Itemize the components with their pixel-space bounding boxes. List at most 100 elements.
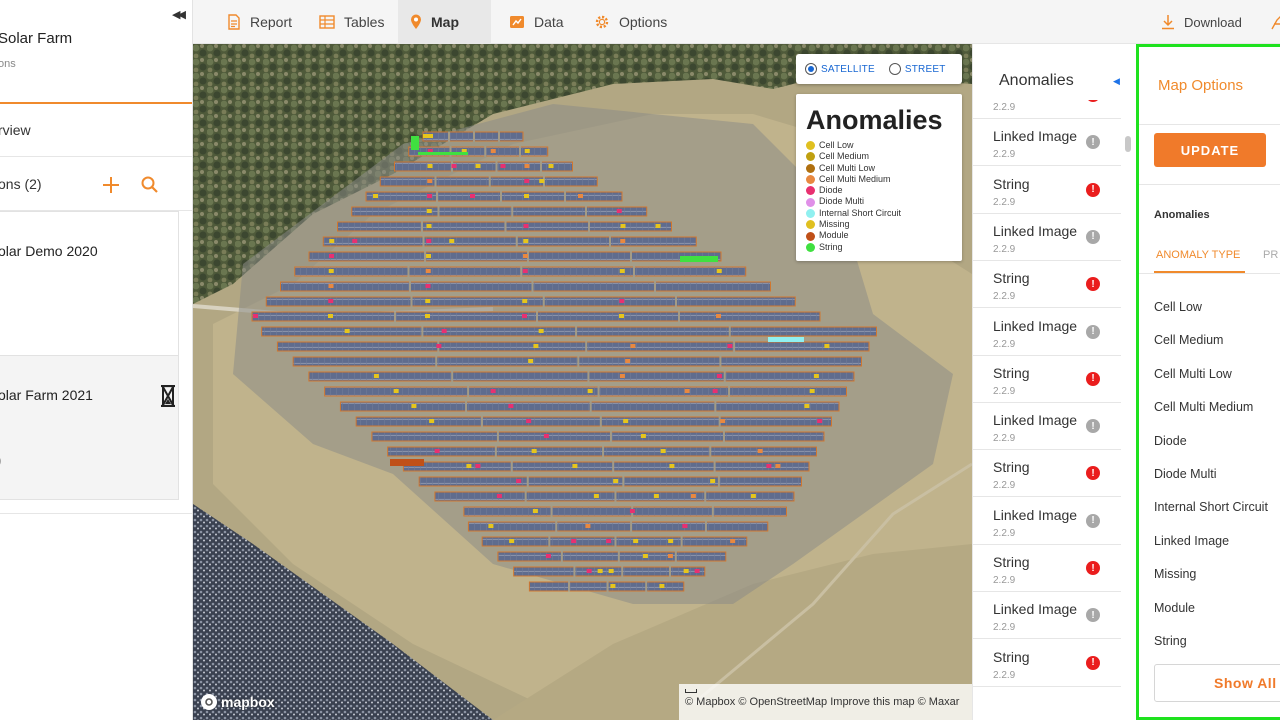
- tab-label: Report: [250, 14, 293, 30]
- legend-item: Cell Low: [806, 140, 952, 151]
- legend-item: Diode: [806, 185, 952, 196]
- legend-item: Cell Medium: [806, 151, 952, 162]
- inspection-card[interactable]: olar Demo 2020: [0, 211, 179, 356]
- info-icon: !: [1086, 608, 1100, 623]
- anomaly-type-option[interactable]: Cell Low: [1154, 300, 1202, 314]
- tab-priority[interactable]: PR: [1263, 249, 1278, 261]
- map-options-title: Map Options: [1158, 77, 1244, 94]
- anomaly-type-option[interactable]: Internal Short Circuit: [1154, 500, 1268, 514]
- anomaly-name: Linked Image: [993, 506, 1078, 523]
- top-toolbar: Report Tables Map Data Options Download: [193, 0, 1280, 44]
- mapbox-logo[interactable]: mapbox: [201, 694, 275, 710]
- legend-swatch: [806, 152, 815, 162]
- anomaly-list-item[interactable]: String 2.2.9!: [973, 166, 1121, 214]
- scale-bar: [685, 689, 697, 693]
- anomaly-version: 2.2.9: [993, 102, 1016, 113]
- anomaly-list[interactable]: 2.2.9!Linked Image2.2.9!String2.2.9!Link…: [973, 44, 1136, 720]
- error-icon: !: [1086, 466, 1100, 481]
- info-icon: !: [1086, 513, 1100, 528]
- anomaly-list-item[interactable]: String 2.2.9!: [973, 639, 1121, 687]
- inspection-card[interactable]: olar Farm 2021 ): [0, 355, 179, 500]
- anomaly-name: Linked Image: [993, 222, 1078, 239]
- anomaly-list-item[interactable]: String 2.2.9!: [973, 545, 1121, 592]
- anomaly-list-item[interactable]: Linked Image 2.2.9!: [973, 213, 1121, 261]
- info-icon: !: [1086, 229, 1100, 244]
- map-options-panel: Map Options UPDATE Anomalies ANOMALY TYP…: [1136, 44, 1280, 720]
- anomaly-list-item[interactable]: Linked Image 2.2.9!: [973, 592, 1121, 640]
- street-radio[interactable]: [888, 63, 901, 75]
- anomaly-list-item[interactable]: String 2.2.9!: [973, 355, 1121, 403]
- title-underline: [0, 102, 192, 104]
- anomaly-version: 2.2.9: [993, 669, 1016, 681]
- info-icon: !: [1086, 419, 1100, 434]
- anomaly-list-item[interactable]: Linked Image 2.2.9!: [973, 308, 1121, 356]
- list-scrollbar[interactable]: [1125, 136, 1131, 152]
- legend-item: Cell Multi Low: [806, 163, 952, 174]
- tab-report[interactable]: Report: [215, 0, 304, 44]
- anomaly-list-panel: 2.2.9!Linked Image2.2.9!String2.2.9!Link…: [972, 44, 1136, 720]
- download-button[interactable]: Download: [1161, 0, 1242, 44]
- site-subtitle: ons: [0, 58, 16, 70]
- anomaly-list-item[interactable]: Linked Image 2.2.9!: [973, 497, 1121, 545]
- anomaly-name: String: [993, 175, 1030, 192]
- anomaly-version: 2.2.9: [993, 480, 1016, 492]
- anomaly-list-item[interactable]: String 2.2.9!: [973, 261, 1121, 309]
- anomaly-type-option[interactable]: Cell Medium: [1154, 333, 1223, 347]
- update-button[interactable]: UPDATE: [1154, 133, 1266, 167]
- anomaly-version: 2.2.9: [993, 291, 1016, 303]
- add-inspection-button[interactable]: [101, 172, 121, 196]
- collapse-sidebar-icon[interactable]: ◀◀: [172, 8, 186, 21]
- anomaly-type-option[interactable]: Cell Multi Low: [1154, 367, 1232, 381]
- map-style-toggle: SATELLITE STREET: [796, 54, 962, 84]
- tab-options[interactable]: Options: [582, 0, 679, 44]
- legend-swatch: [806, 208, 815, 218]
- map-attribution: © Mapbox © OpenStreetMap Improve this ma…: [679, 684, 972, 720]
- anomaly-type-option[interactable]: Linked Image: [1154, 534, 1229, 548]
- collapse-list-icon[interactable]: ◀: [1113, 76, 1120, 87]
- anomaly-version: 2.2.9: [993, 433, 1016, 445]
- divider: [1139, 124, 1280, 125]
- tab-data[interactable]: Data: [497, 0, 576, 44]
- anomaly-type-option[interactable]: String: [1154, 634, 1187, 648]
- divider: [1139, 184, 1280, 185]
- map-legend: Anomalies Cell Low Cell Medium Cell Multi …: [796, 94, 962, 261]
- legend-label: Diode Multi: [819, 196, 865, 207]
- anomaly-version: 2.2.9: [993, 196, 1016, 208]
- satellite-radio[interactable]: [805, 63, 817, 75]
- nav-overview[interactable]: rview: [0, 122, 31, 138]
- share-icon[interactable]: [1271, 14, 1280, 30]
- anomaly-list-item[interactable]: Linked Image 2.2.9!: [973, 119, 1121, 167]
- legend-swatch: [806, 197, 815, 207]
- map-view[interactable]: SATELLITE STREET Anomalies Cell Low Cell …: [193, 44, 972, 720]
- anomaly-type-option[interactable]: Missing: [1154, 567, 1196, 581]
- anomaly-name: String: [993, 554, 1030, 570]
- anomaly-name: Linked Image: [993, 601, 1078, 618]
- inspection-title: olar Demo 2020: [0, 243, 98, 259]
- map-pin-icon: [411, 14, 421, 29]
- info-icon: !: [1086, 135, 1100, 150]
- anomaly-list-item[interactable]: Linked Image 2.2.9!: [973, 403, 1121, 451]
- anomaly-type-option[interactable]: Module: [1154, 601, 1195, 615]
- anomaly-type-option[interactable]: Cell Multi Medium: [1154, 400, 1253, 414]
- anomaly-type-option[interactable]: Diode Multi: [1154, 467, 1217, 481]
- legend-label: Cell Medium: [819, 151, 870, 162]
- tab-label: Tables: [344, 14, 385, 30]
- inspection-title: olar Farm 2021: [0, 387, 93, 403]
- satellite-label: SATELLITE: [821, 63, 875, 75]
- attribution-text[interactable]: © Mapbox © OpenStreetMap Improve this ma…: [685, 696, 959, 708]
- search-inspections-button[interactable]: [140, 174, 160, 196]
- street-label: STREET: [904, 63, 946, 75]
- tab-map[interactable]: Map: [398, 0, 491, 44]
- anomaly-name: String: [993, 648, 1030, 665]
- legend-label: Internal Short Circuit: [819, 207, 902, 218]
- legend-item: Diode Multi: [806, 196, 952, 207]
- legend-items: Cell Low Cell Medium Cell Multi Low Cell Mu…: [806, 140, 952, 253]
- anomaly-type-option[interactable]: Diode: [1154, 434, 1187, 448]
- anomaly-list-item[interactable]: String 2.2.9!: [973, 450, 1121, 498]
- show-all-button[interactable]: Show All: [1154, 664, 1280, 702]
- tab-anomaly-type[interactable]: ANOMALY TYPE: [1156, 249, 1240, 261]
- inspections-label: ons (2): [0, 176, 42, 192]
- tab-tables[interactable]: Tables: [307, 0, 396, 44]
- site-title: Solar Farm: [0, 30, 73, 47]
- legend-item: Missing: [806, 219, 952, 230]
